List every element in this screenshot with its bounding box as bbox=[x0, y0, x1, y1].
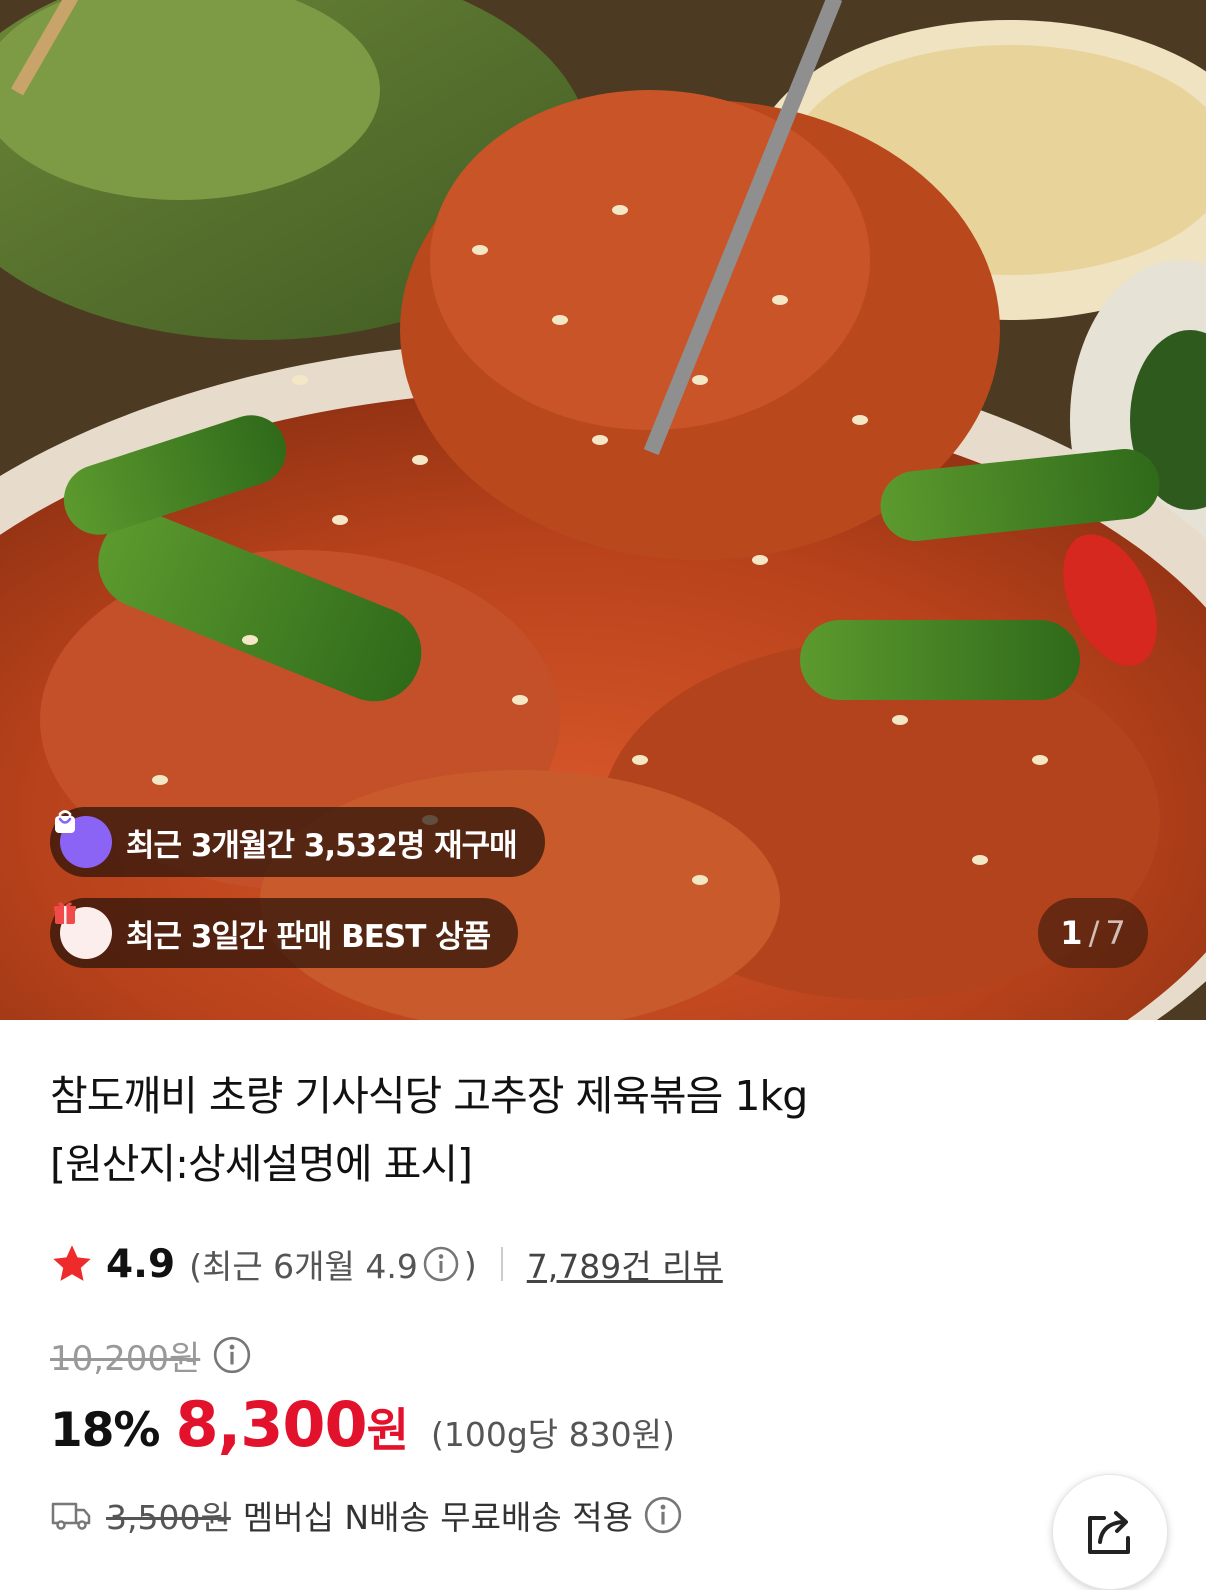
product-title-line2: [원산지:상세설명에 표시] bbox=[50, 1140, 473, 1188]
image-pager: 1 / 7 bbox=[1038, 898, 1148, 968]
original-price: 10,200원 bbox=[50, 1338, 201, 1379]
divider bbox=[500, 1247, 503, 1281]
shipping-info-icon[interactable] bbox=[643, 1495, 683, 1535]
price-row: 18% 8,300 원 (100g당 830원) bbox=[50, 1388, 675, 1468]
gift-box-icon bbox=[54, 902, 112, 959]
sale-price-unit: 원 bbox=[366, 1403, 409, 1457]
sale-price: 8,300 bbox=[175, 1388, 368, 1461]
rating-score: 4.9 bbox=[106, 1241, 176, 1287]
truck-icon bbox=[51, 1502, 91, 1530]
info-icon[interactable] bbox=[422, 1245, 460, 1283]
review-count-link[interactable]: 7,789건 리뷰 bbox=[527, 1240, 723, 1288]
best-seller-badge-text: 최근 3일간 판매 BEST 상품 bbox=[126, 918, 491, 955]
original-price-row: 10,200원 bbox=[50, 1330, 252, 1380]
unit-price: (100g당 830원) bbox=[430, 1415, 675, 1454]
recent-rating: (최근 6개월 4.9 bbox=[189, 1247, 418, 1286]
repurchase-badge: 최근 3개월간 3,532명 재구매 bbox=[50, 807, 545, 877]
best-seller-badge: 최근 3일간 판매 BEST 상품 bbox=[50, 898, 519, 968]
discount-rate: 18% bbox=[50, 1403, 160, 1458]
product-title-line1: 참도깨비 초량 기사식당 고추장 제육볶음 1kg bbox=[50, 1072, 808, 1120]
price-info-icon[interactable] bbox=[212, 1335, 252, 1375]
share-button[interactable] bbox=[1052, 1474, 1168, 1590]
pager-current: 1 bbox=[1060, 914, 1083, 952]
star-icon bbox=[53, 1245, 91, 1281]
share-icon bbox=[1088, 1511, 1130, 1554]
product-image-carousel[interactable]: 최근 3개월간 3,532명 재구매 최근 3일간 판매 BEST 상품 1 /… bbox=[0, 0, 1206, 1020]
shipping-original-fee: 3,500원 bbox=[106, 1498, 231, 1537]
pager-total: 7 bbox=[1105, 914, 1126, 952]
pager-separator: / bbox=[1088, 914, 1100, 952]
shopping-bag-icon bbox=[55, 810, 112, 868]
product-title: 참도깨비 초량 기사식당 고추장 제육볶음 1kg [원산지:상세설명에 표시] bbox=[50, 1062, 990, 1198]
recent-rating-close: ) bbox=[463, 1244, 477, 1284]
shipping-text: 멤버십 N배송 무료배송 적용 bbox=[242, 1498, 633, 1537]
shipping-row: 3,500원 멤버십 N배송 무료배송 적용 bbox=[50, 1490, 683, 1540]
rating-row: 4.9 (최근 6개월 4.9 ) 7,789건 리뷰 bbox=[50, 1238, 723, 1290]
repurchase-badge-text: 최근 3개월간 3,532명 재구매 bbox=[126, 827, 518, 864]
